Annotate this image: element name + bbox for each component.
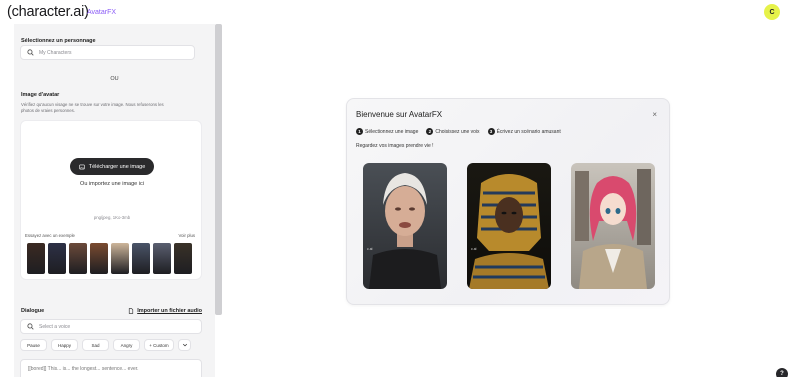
help-button[interactable]: ? (776, 368, 788, 377)
example-video-old-man[interactable]: c.ai (363, 163, 447, 289)
example-thumbnail[interactable] (132, 243, 150, 274)
example-thumbnail[interactable] (90, 243, 108, 274)
example-video-anime-girl[interactable] (571, 163, 655, 289)
step-3-label: Écrivez un scénario amusant (496, 128, 561, 135)
anime-girl-portrait (571, 163, 655, 289)
import-audio-link[interactable]: Importer un fichier audio (128, 308, 202, 314)
accepted-formats: png/jpeg, 1Ko-3mb (93, 215, 131, 220)
example-thumbnail[interactable] (153, 243, 171, 274)
character-search-input[interactable]: My Characters (20, 45, 195, 60)
example-video-pharaoh[interactable]: c.ai (467, 163, 551, 289)
import-audio-label: Importer un fichier audio (137, 308, 202, 314)
voice-placeholder: Select a voice (39, 323, 71, 330)
dialogue-label: Dialogue (21, 308, 45, 314)
onboarding-steps: 1 Sélectionnez une image 2 Choisissez une … (356, 128, 561, 135)
more-chips-button[interactable] (178, 339, 191, 351)
image-icon (79, 164, 85, 169)
step-2-number: 2 (426, 128, 434, 135)
welcome-modal: Bienvenue sur AvatarFX × 1 Sélectionnez u… (346, 98, 670, 305)
modal-subtitle: Regardez vos images prendre vie ! (356, 143, 434, 149)
close-icon[interactable]: × (652, 110, 657, 119)
chip-custom[interactable]: + Custom (144, 339, 174, 351)
step-2-label: Choisissez une voix (435, 128, 480, 135)
step-1-number: 1 (356, 128, 363, 135)
upload-image-button[interactable]: Télécharger une image (70, 158, 154, 175)
search-placeholder: My Characters (39, 49, 72, 56)
image-dropzone[interactable]: Télécharger une image Ou importez une im… (20, 120, 202, 280)
logo[interactable]: (character.ai) (7, 4, 89, 20)
example-thumbnail[interactable] (48, 243, 66, 274)
product-name: AvatarFX (87, 9, 117, 16)
example-thumbnail[interactable] (69, 243, 87, 274)
user-avatar[interactable]: C (764, 4, 780, 20)
or-divider: OU (110, 76, 119, 82)
search-icon (27, 49, 34, 56)
modal-title: Bienvenue sur AvatarFX (356, 110, 443, 119)
example-thumbnail[interactable] (174, 243, 192, 274)
left-panel-scrollbar[interactable] (215, 24, 222, 315)
search-icon (27, 323, 34, 330)
pharaoh-portrait (467, 163, 551, 289)
avatar-image-label: Image d'avatar (21, 92, 60, 98)
step-1-label: Sélectionnez une image (365, 128, 419, 135)
upload-button-label: Télécharger une image (88, 163, 146, 170)
card-watermark: c.ai (367, 247, 373, 251)
chip-angry[interactable]: Angry (113, 339, 140, 351)
chip-happy[interactable]: Happy (51, 339, 78, 351)
chip-sad[interactable]: Sad (82, 339, 109, 351)
step-3: 3 Écrivez un scénario amusant (487, 128, 561, 135)
old-man-portrait (363, 163, 447, 289)
chip-pause[interactable]: Pause (20, 339, 47, 351)
emotion-chips: Pause Happy Sad Angry + Custom (20, 339, 191, 351)
chevron-down-icon (182, 343, 187, 347)
examples-label: Essayez avec un exemple (25, 233, 75, 238)
top-bar: (character.ai) AvatarFX C (0, 0, 800, 24)
step-1: 1 Sélectionnez une image (356, 128, 418, 135)
see-more-link[interactable]: Voir plus (179, 233, 195, 238)
step-2: 2 Choisissez une voix (426, 128, 480, 135)
example-thumbnails (27, 243, 192, 274)
avatar-hint-line2: photos de vraies personnes. (21, 108, 75, 113)
voice-select-input[interactable]: Select a voice (20, 319, 202, 334)
example-thumbnail[interactable] (111, 243, 129, 274)
select-character-label: Sélectionnez un personnage (21, 38, 96, 44)
example-thumbnail[interactable] (27, 243, 45, 274)
step-3-number: 3 (487, 128, 495, 135)
card-watermark: c.ai (471, 247, 477, 251)
audio-file-icon (129, 308, 134, 314)
left-panel: Sélectionnez un personnage My Characters… (14, 24, 215, 377)
or-import-text: Ou importez une image ici (80, 181, 144, 187)
script-textarea[interactable]: [[bored]] This... is... the longest... s… (20, 359, 202, 377)
